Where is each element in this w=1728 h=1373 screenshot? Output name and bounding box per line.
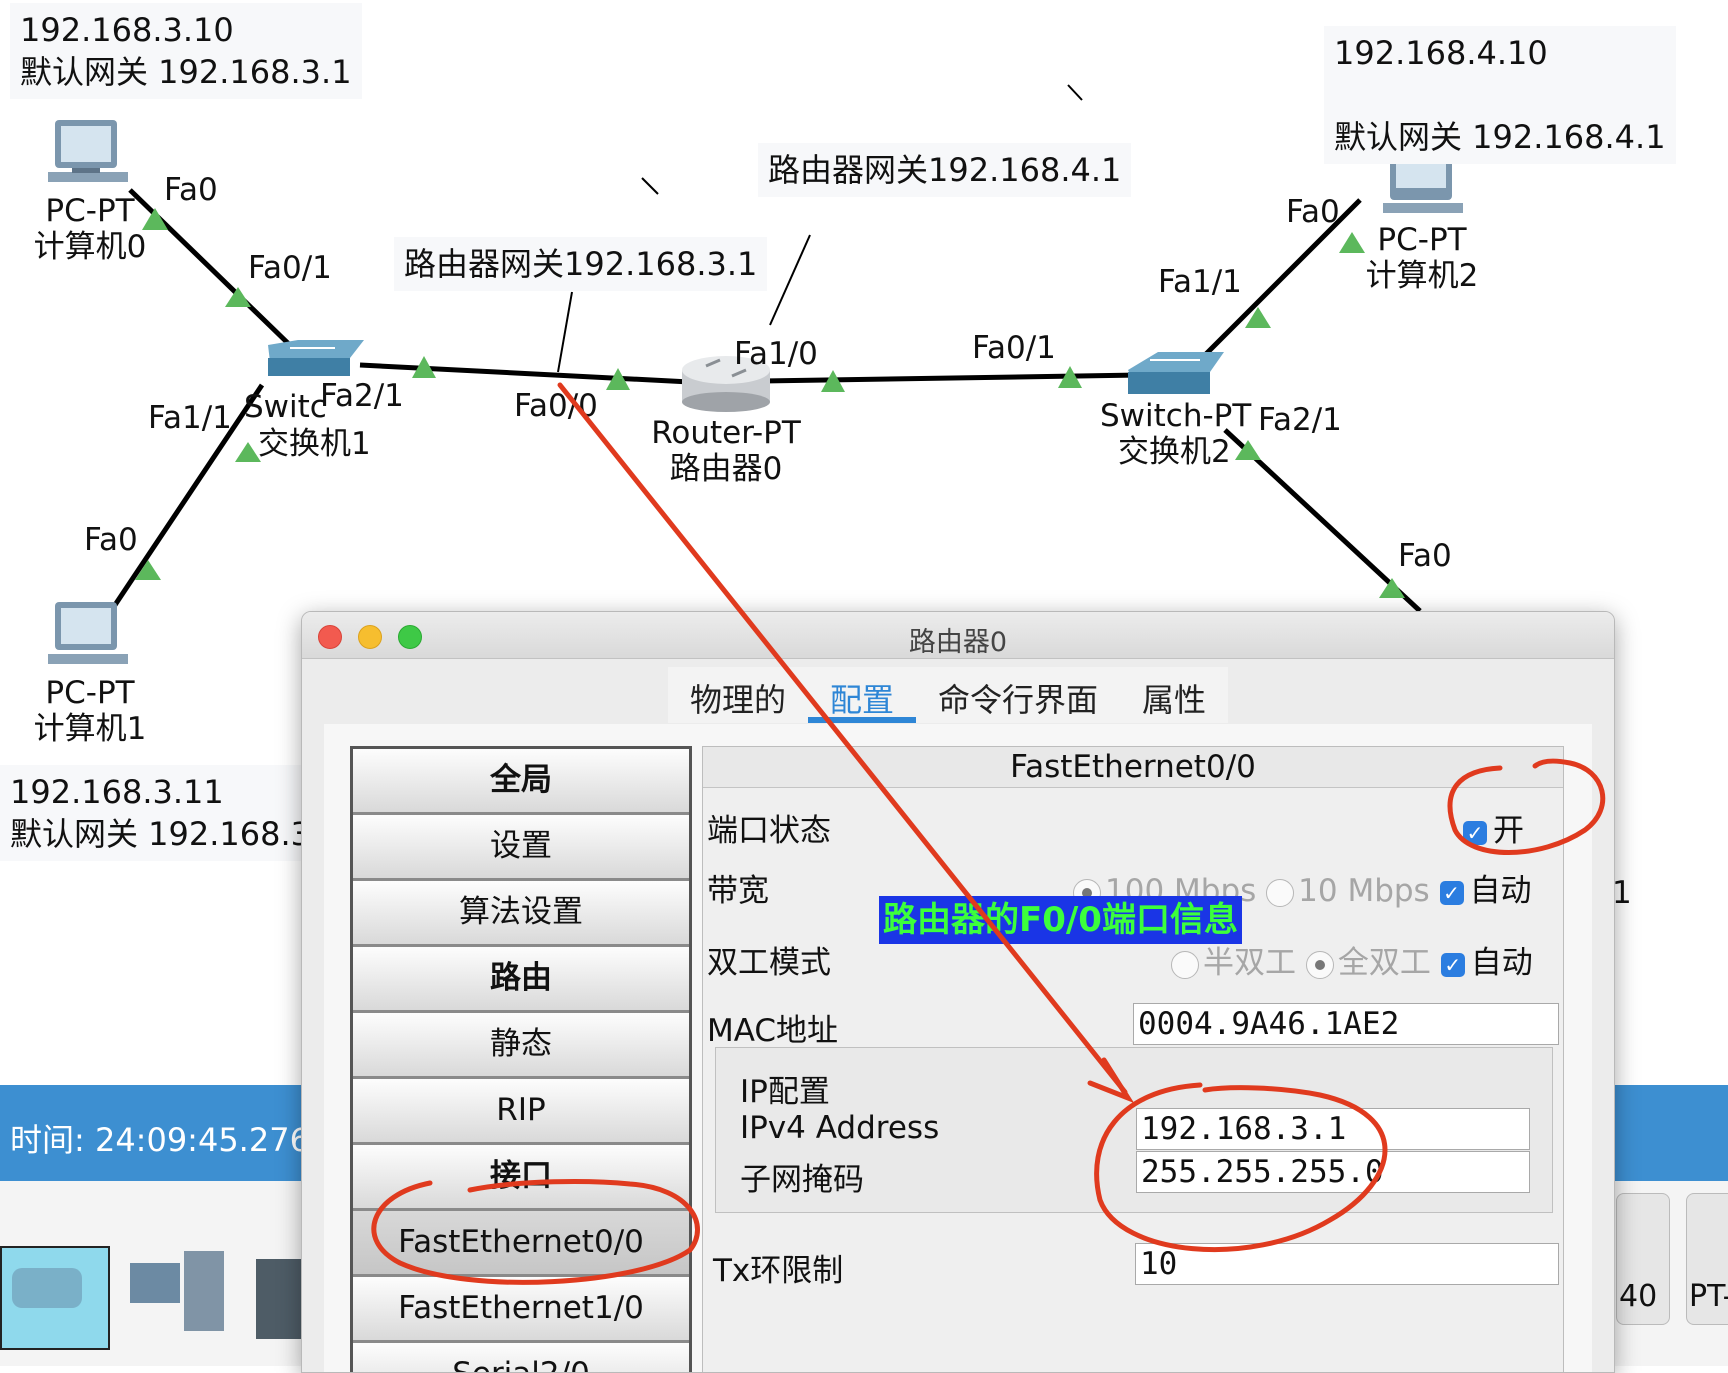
switch2-model-label: Switch-PT xyxy=(1100,398,1252,434)
simulation-time: 时间: 24:09:45.276 xyxy=(10,1121,310,1159)
mac-field[interactable]: 0004.9A46.1AE2 xyxy=(1133,1003,1559,1045)
link-router-sw2[interactable] xyxy=(759,372,1141,384)
port-label-sw1-fa21: Fa2/1 xyxy=(320,378,404,414)
sidebar-item-interface[interactable]: 接口 xyxy=(353,1145,689,1211)
switch1-icon[interactable] xyxy=(268,340,364,376)
pc0-name-label: 计算机0 xyxy=(33,229,147,265)
pc2-info-note: 192.168.4.10 默认网关 192.168.4.1 xyxy=(1324,26,1676,164)
port-label-sw2-fa11: Fa1/1 xyxy=(1158,264,1242,300)
sidebar-item-settings[interactable]: 设置 xyxy=(353,815,689,881)
pc1-name-label: 计算机1 xyxy=(33,711,147,747)
interface-title: FastEthernet0/0 xyxy=(703,747,1563,788)
switch2-name-label: 交换机2 xyxy=(1118,434,1231,470)
pc2-name-label: 计算机2 xyxy=(1365,258,1479,294)
sidebar-item-global[interactable]: 全局 xyxy=(353,749,689,815)
tray-component-icon[interactable] xyxy=(256,1259,302,1339)
sidebar-item-static[interactable]: 静态 xyxy=(353,1013,689,1079)
router-gateway-note-right: 路由器网关192.168.4.1 xyxy=(758,143,1132,197)
duplex-auto-label: 自动 xyxy=(1470,945,1533,981)
subnet-mask-label: 子网掩码 xyxy=(740,1162,864,1198)
full-duplex-radio[interactable] xyxy=(1305,950,1334,979)
sidebar-item-fastethernet0-0[interactable]: FastEthernet0/0 xyxy=(353,1211,689,1277)
half-duplex-radio[interactable] xyxy=(1171,950,1199,979)
link-sw1-router[interactable] xyxy=(359,362,691,385)
tx-ring-limit-label: Tx环限制 xyxy=(713,1253,844,1289)
port-on-checkbox[interactable]: ✓ xyxy=(1463,820,1487,845)
dialog-title: 路由器0 xyxy=(908,627,1008,658)
mac-label: MAC地址 xyxy=(707,1013,839,1049)
tray-end-device-icon[interactable] xyxy=(124,1251,232,1343)
full-duplex-label: 全双工 xyxy=(1337,945,1431,981)
sidebar-item-serial2-0[interactable]: Serial2/0 xyxy=(353,1343,689,1372)
tray-device-card-1[interactable]: 40 xyxy=(1616,1193,1670,1325)
subnet-mask-input[interactable]: 255.255.255.0 xyxy=(1136,1151,1530,1193)
tx-ring-limit-input[interactable]: 10 xyxy=(1135,1243,1559,1285)
bandwidth-label: 带宽 xyxy=(707,873,769,909)
tray-item-label-2: PT- xyxy=(1689,1279,1728,1314)
tray-item-label-1: 40 xyxy=(1619,1279,1658,1314)
port-label-pc2-fa0: Fa0 xyxy=(1286,194,1340,230)
port-label-sw1-fa11: Fa1/1 xyxy=(148,400,232,436)
tab-attributes[interactable]: 属性 xyxy=(1120,667,1228,723)
sidebar-item-routing[interactable]: 路由 xyxy=(353,947,689,1013)
router-gateway-note-left: 路由器网关192.168.3.1 xyxy=(394,237,768,291)
ipv4-address-input[interactable]: 192.168.3.1 xyxy=(1136,1108,1530,1150)
switch1-model-label: Switc xyxy=(244,389,327,425)
pc1-icon[interactable] xyxy=(48,602,128,664)
router-config-dialog: 路由器0 物理的 配置 命令行界面 属性 全局 设置 算法设置 路由 静态 RI… xyxy=(301,611,1615,1373)
port-label-sw2-fa01: Fa0/1 xyxy=(972,330,1056,366)
port-label-sw2-fa21: Fa2/1 xyxy=(1258,402,1342,438)
ip-config-group: IP配置 IPv4 Address 子网掩码 192.168.3.1 255.2… xyxy=(715,1047,1553,1213)
port-on-toggle[interactable]: ✓ 开 xyxy=(1463,805,1524,850)
duplex-auto-checkbox[interactable]: ✓ xyxy=(1440,952,1465,977)
tray-device-card-2[interactable]: PT- xyxy=(1686,1193,1728,1325)
port-label-pc3-fa0: Fa0 xyxy=(1398,538,1452,574)
tray-router-category-icon[interactable] xyxy=(0,1246,110,1350)
port-label-pc0-fa0: Fa0 xyxy=(164,172,218,208)
dialog-tabs: 物理的 配置 命令行界面 属性 xyxy=(668,667,1229,723)
switch2-icon[interactable] xyxy=(1128,352,1224,394)
ip-config-label: IP配置 xyxy=(740,1074,830,1110)
config-sidebar: 全局 设置 算法设置 路由 静态 RIP 接口 FastEthernet0/0 … xyxy=(350,746,692,1372)
bw-10-radio[interactable] xyxy=(1266,878,1295,907)
router0-name-label: 路由器0 xyxy=(669,451,783,487)
tab-config[interactable]: 配置 xyxy=(808,667,917,723)
port-label-sw1-fa01: Fa0/1 xyxy=(248,250,332,286)
pc2-model-label: PC-PT xyxy=(1377,222,1467,258)
duplex-label: 双工模式 xyxy=(707,945,831,981)
bw-10-label: 10 Mbps xyxy=(1298,873,1430,909)
interface-panel: FastEthernet0/0 端口状态 ✓ 开 带宽 100 Mbps 10 M… xyxy=(702,746,1564,1372)
pc2-icon[interactable] xyxy=(1383,160,1463,213)
tab-cli[interactable]: 命令行界面 xyxy=(916,667,1120,723)
ipv4-label: IPv4 Address xyxy=(740,1110,940,1146)
pc1-model-label: PC-PT xyxy=(45,675,135,711)
pc0-icon[interactable] xyxy=(48,120,128,182)
bw-auto-checkbox[interactable]: ✓ xyxy=(1439,880,1464,905)
sidebar-item-fastethernet1-0[interactable]: FastEthernet1/0 xyxy=(353,1277,689,1343)
port-on-label: 开 xyxy=(1493,813,1524,849)
port-label-r0-fa10: Fa1/0 xyxy=(734,336,818,372)
port-label-pc1-fa0: Fa0 xyxy=(84,522,138,558)
pc1-info-note: 192.168.3.11 默认网关 192.168.3 xyxy=(0,765,322,861)
port-label-r0-fa00: Fa0/0 xyxy=(514,388,598,424)
sidebar-item-rip[interactable]: RIP xyxy=(353,1079,689,1145)
half-duplex-label: 半双工 xyxy=(1203,945,1296,981)
router0-model-label: Router-PT xyxy=(651,415,801,451)
pc0-model-label: PC-PT xyxy=(45,193,135,229)
sidebar-item-algorithm-settings[interactable]: 算法设置 xyxy=(353,881,689,947)
tab-physical[interactable]: 物理的 xyxy=(668,667,808,723)
port-status-label: 端口状态 xyxy=(707,813,831,849)
pc0-info-note: 192.168.3.10 默认网关 192.168.3.1 xyxy=(10,3,362,99)
bw-auto-label: 自动 xyxy=(1469,873,1532,909)
switch1-name-label: 交换机1 xyxy=(258,426,371,462)
annotation-label: 路由器的F0/0端口信息 xyxy=(879,896,1242,944)
dialog-titlebar[interactable]: 路由器0 xyxy=(302,612,1614,659)
